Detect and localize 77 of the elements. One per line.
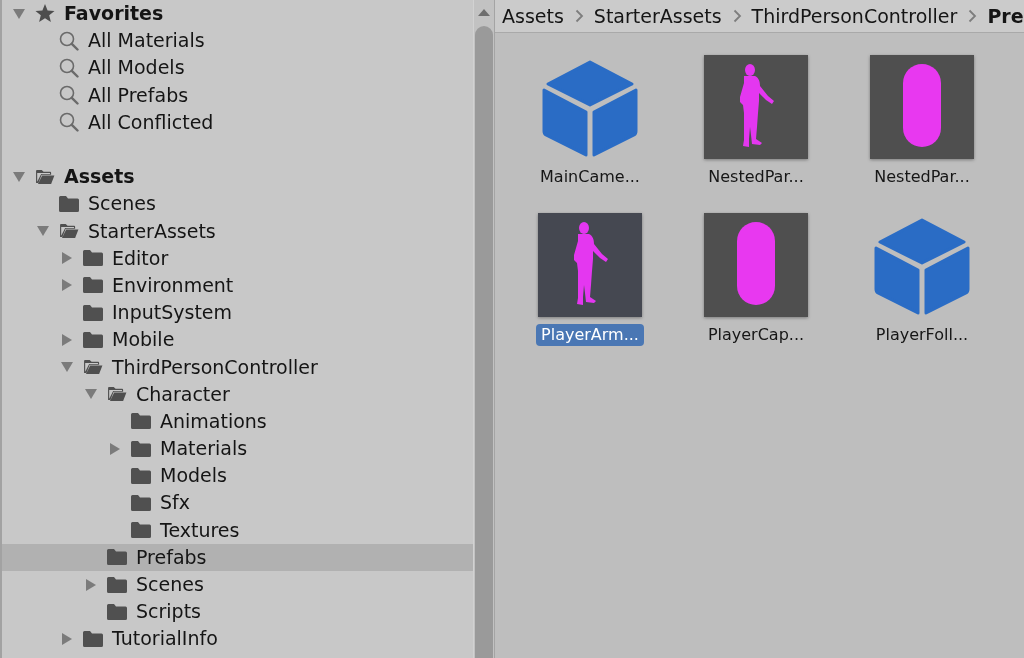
folder-icon (107, 549, 127, 566)
folder-icon (83, 331, 103, 348)
tree-item[interactable]: Prefabs (2, 543, 473, 571)
collapsed-arrow-icon[interactable] (62, 333, 72, 346)
collapsed-arrow-icon[interactable] (62, 252, 72, 265)
tree-item[interactable]: Textures (2, 516, 473, 544)
open-folder-icon (35, 168, 55, 185)
tree-item[interactable]: All Materials (2, 27, 473, 55)
folder-icon (131, 522, 151, 539)
tree-item[interactable]: Materials (2, 435, 473, 463)
asset-name[interactable]: PlayerCap... (702, 324, 810, 346)
tree-item[interactable]: All Models (2, 54, 473, 82)
capsule-icon[interactable] (870, 55, 974, 159)
expanded-arrow-icon[interactable] (85, 389, 97, 400)
expanded-arrow-icon[interactable] (37, 226, 49, 237)
tree-item[interactable]: Sfx (2, 489, 473, 517)
search-icon (59, 112, 79, 133)
chevron-icon (732, 9, 742, 23)
collapsed-arrow-icon[interactable] (62, 632, 72, 645)
tree-item[interactable]: Character (2, 380, 473, 408)
tree-item[interactable]: Editor (2, 244, 473, 272)
open-folder-icon (83, 359, 103, 376)
chevron-icon (968, 9, 978, 23)
folder-icon (83, 277, 103, 294)
asset-name[interactable]: NestedPar... (703, 166, 809, 188)
asset-name[interactable]: MainCame... (535, 166, 645, 188)
folder-icon (83, 304, 103, 321)
folder-icon (107, 576, 127, 593)
tree-item[interactable]: Mobile (2, 326, 473, 354)
asset-name[interactable]: NestedPar... (869, 166, 975, 188)
tree-item[interactable]: Assets (2, 163, 473, 191)
tree-item[interactable]: Models (2, 462, 473, 490)
asset-name[interactable]: PlayerFoll... (870, 324, 974, 346)
folder-icon (83, 250, 103, 267)
collapsed-arrow-icon[interactable] (86, 578, 96, 591)
tree-item[interactable]: StarterAssets (2, 217, 473, 245)
expanded-arrow-icon[interactable] (13, 171, 25, 182)
search-icon (59, 85, 79, 106)
person-figure-icon[interactable] (538, 213, 642, 317)
tree-item[interactable]: All Conflicted (2, 108, 473, 136)
expanded-arrow-icon[interactable] (13, 8, 25, 19)
folder-icon (59, 195, 79, 212)
breadcrumb-link[interactable]: ThirdPersonController (751, 6, 958, 26)
tree-item[interactable]: Scripts (2, 598, 473, 626)
tree-item[interactable]: TutorialInfo (2, 625, 473, 653)
tree-item[interactable]: Environment (2, 271, 473, 300)
tree-item[interactable]: InputSystem (2, 299, 473, 327)
scrollbar-thumb[interactable] (475, 26, 493, 658)
tree-item[interactable]: Animations (2, 407, 473, 435)
open-folder-icon (107, 386, 127, 403)
asset-name[interactable]: PlayerArm... (536, 324, 644, 346)
folder-icon (131, 467, 151, 484)
capsule-icon[interactable] (704, 213, 808, 317)
folder-icon (131, 413, 151, 430)
search-icon (59, 57, 79, 78)
tree-item[interactable]: Scenes (2, 570, 473, 599)
folder-icon (131, 494, 151, 511)
person-figure-icon[interactable] (704, 55, 808, 159)
tree-item[interactable]: Scenes (2, 190, 473, 218)
search-icon (59, 30, 79, 51)
tree-item[interactable]: All Prefabs (2, 81, 473, 109)
tree-item[interactable]: Favorites (2, 0, 473, 28)
scroll-up-arrow-icon[interactable] (478, 9, 490, 16)
collapsed-arrow-icon[interactable] (62, 279, 72, 292)
scrollbar-track[interactable] (473, 0, 495, 658)
open-folder-icon (59, 223, 79, 240)
folder-icon (107, 603, 127, 620)
chevron-icon (574, 9, 584, 23)
folder-icon (131, 440, 151, 457)
breadcrumb-link[interactable]: StarterAssets (593, 6, 722, 26)
breadcrumb-link[interactable]: Pre (987, 6, 1024, 26)
collapsed-arrow-icon[interactable] (110, 442, 120, 455)
star-icon (35, 4, 55, 24)
tree-item[interactable]: ThirdPersonController (2, 353, 473, 381)
breadcrumb-link[interactable]: Assets (502, 6, 564, 26)
expanded-arrow-icon[interactable] (61, 362, 73, 373)
folder-icon (83, 630, 103, 647)
